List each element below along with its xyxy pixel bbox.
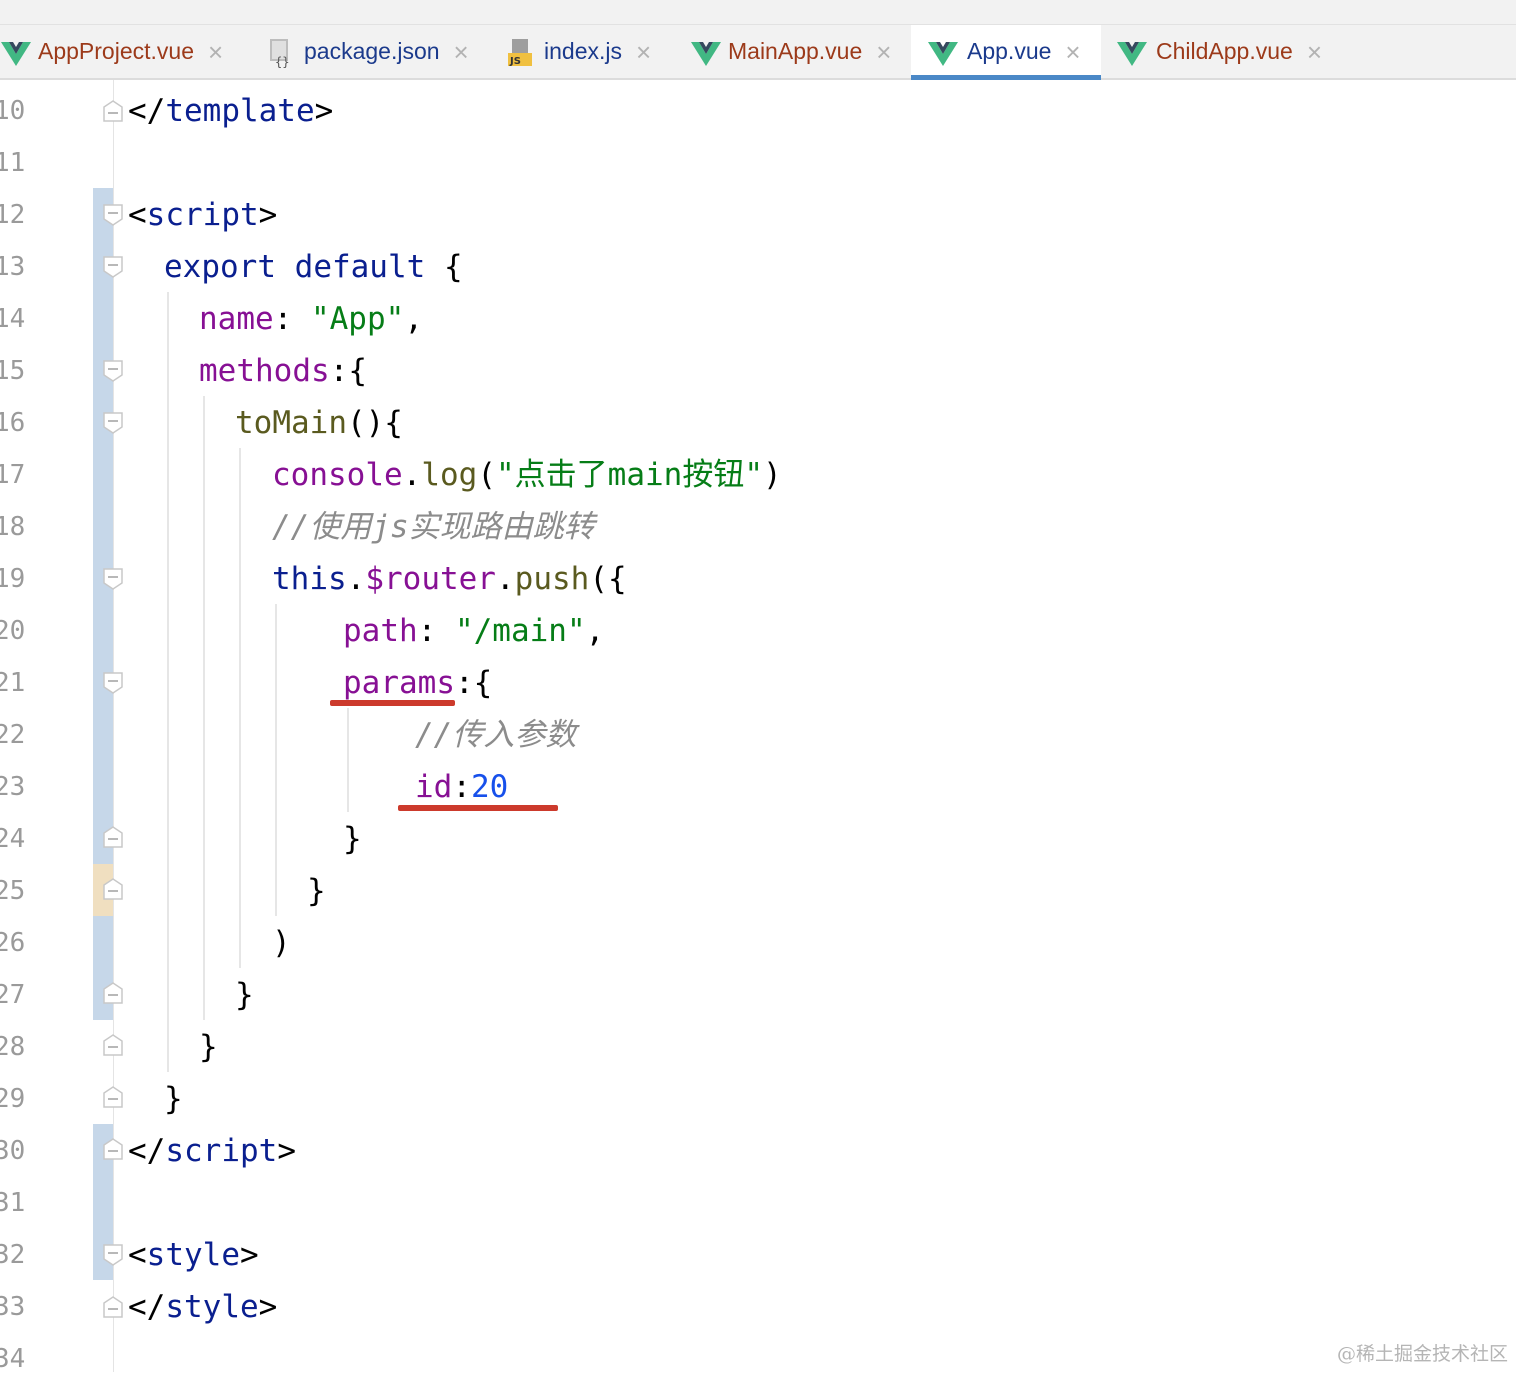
fold-end-icon[interactable] (103, 982, 123, 1004)
close-icon[interactable]: × (636, 39, 651, 65)
close-icon[interactable]: × (454, 39, 469, 65)
tab-label: AppProject.vue (38, 38, 194, 64)
vcs-modified-marker[interactable] (93, 188, 113, 864)
code-line-32[interactable]: <style> (128, 1229, 259, 1281)
fold-end-icon[interactable] (103, 1296, 123, 1318)
line-number: 12 (0, 200, 26, 230)
fold-end-icon[interactable] (103, 1034, 123, 1056)
line-number: 14 (0, 304, 26, 334)
indent-guide (203, 396, 205, 1020)
code-line-13[interactable]: export default { (164, 241, 463, 293)
annotation-underline-params (330, 700, 455, 706)
line-number: 21 (0, 668, 26, 698)
fold-end-icon[interactable] (103, 878, 123, 900)
code-line-26[interactable]: ) (272, 917, 291, 969)
line-number: 33 (0, 1292, 26, 1322)
fold-start-icon[interactable] (103, 256, 123, 278)
line-number: 24 (0, 824, 26, 854)
tab-appproject-vue[interactable]: AppProject.vue × (0, 25, 223, 78)
line-number: 17 (0, 460, 26, 490)
vue-icon (690, 36, 722, 68)
indent-guide (347, 708, 349, 812)
fold-end-icon[interactable] (103, 1138, 123, 1160)
tab-app-vue[interactable]: App.vue × (911, 25, 1101, 80)
line-number: 29 (0, 1084, 26, 1114)
close-icon[interactable]: × (1307, 39, 1322, 65)
tab-label: package.json (304, 38, 440, 64)
fold-start-icon[interactable] (103, 1244, 123, 1266)
line-number: 19 (0, 564, 26, 594)
code-line-24[interactable]: } (343, 813, 362, 865)
vcs-modified-marker[interactable] (93, 916, 113, 1020)
line-number: 23 (0, 772, 26, 802)
line-number: 20 (0, 616, 26, 646)
tab-label: index.js (544, 38, 622, 64)
code-line-30[interactable]: </script> (128, 1125, 296, 1177)
line-number: 11 (0, 148, 26, 178)
js-file-icon: JS (506, 36, 538, 68)
svg-text:{}: {} (275, 55, 289, 68)
fold-end-icon[interactable] (103, 100, 123, 122)
tab-label: ChildApp.vue (1156, 38, 1293, 64)
code-line-18[interactable]: //使用js实现路由跳转 (272, 501, 595, 553)
line-number: 31 (0, 1188, 26, 1218)
active-tab-indicator (911, 75, 1101, 80)
close-icon[interactable]: × (876, 39, 891, 65)
code-line-25[interactable]: } (307, 865, 326, 917)
code-line-33[interactable]: </style> (128, 1281, 277, 1333)
line-number: 16 (0, 408, 26, 438)
code-line-16[interactable]: toMain(){ (235, 397, 403, 449)
fold-start-icon[interactable] (103, 672, 123, 694)
vue-icon (0, 36, 32, 68)
annotation-underline-id (398, 805, 558, 811)
code-line-28[interactable]: } (199, 1021, 218, 1073)
line-number: 27 (0, 980, 26, 1010)
tab-package-json[interactable]: {} package.json × (266, 25, 469, 78)
vue-icon (1116, 36, 1148, 68)
line-number: 28 (0, 1032, 26, 1062)
code-line-12[interactable]: <script> (128, 189, 277, 241)
close-icon[interactable]: × (208, 39, 223, 65)
line-number: 13 (0, 252, 26, 282)
svg-text:JS: JS (509, 56, 521, 67)
code-line-17[interactable]: console.log("点击了main按钮") (272, 449, 782, 501)
fold-start-icon[interactable] (103, 360, 123, 382)
vue-icon (927, 36, 959, 68)
line-number: 34 (0, 1344, 26, 1374)
tab-mainapp-vue[interactable]: MainApp.vue × (690, 25, 891, 78)
fold-start-icon[interactable] (103, 568, 123, 590)
code-line-19[interactable]: this.$router.push({ (272, 553, 627, 605)
line-number: 32 (0, 1240, 26, 1270)
line-number: 22 (0, 720, 26, 750)
code-line-22[interactable]: //传入参数 (415, 709, 576, 761)
close-icon[interactable]: × (1065, 39, 1080, 65)
tab-label: App.vue (967, 38, 1052, 64)
tab-label: MainApp.vue (728, 38, 863, 64)
tab-index-js[interactable]: JS index.js × (506, 25, 651, 78)
line-number-gutter: 10 11 12 13 14 15 16 17 18 19 20 21 22 2… (0, 80, 60, 1374)
fold-start-icon[interactable] (103, 204, 123, 226)
code-line-20[interactable]: path: "/main", (343, 605, 604, 657)
line-number: 25 (0, 876, 26, 906)
editor-tab-bar: AppProject.vue × {} package.json × JS in… (0, 0, 1516, 80)
fold-end-icon[interactable] (103, 826, 123, 848)
indent-guide (275, 604, 277, 916)
watermark: @稀土掘金技术社区 (1336, 1343, 1508, 1365)
line-number: 18 (0, 512, 26, 542)
tab-childapp-vue[interactable]: ChildApp.vue × (1116, 25, 1322, 78)
line-number: 10 (0, 96, 26, 126)
fold-end-icon[interactable] (103, 1086, 123, 1108)
code-line-15[interactable]: methods:{ (199, 345, 367, 397)
code-line-10[interactable]: </template> (128, 85, 333, 137)
code-line-27[interactable]: } (235, 969, 254, 1021)
code-line-29[interactable]: } (164, 1073, 183, 1125)
code-line-14[interactable]: name: "App", (199, 293, 423, 345)
line-number: 15 (0, 356, 26, 386)
line-number: 26 (0, 928, 26, 958)
line-number: 30 (0, 1136, 26, 1166)
indent-guide (239, 448, 241, 968)
indent-guide (167, 292, 169, 1072)
json-file-icon: {} (266, 36, 298, 68)
fold-start-icon[interactable] (103, 412, 123, 434)
